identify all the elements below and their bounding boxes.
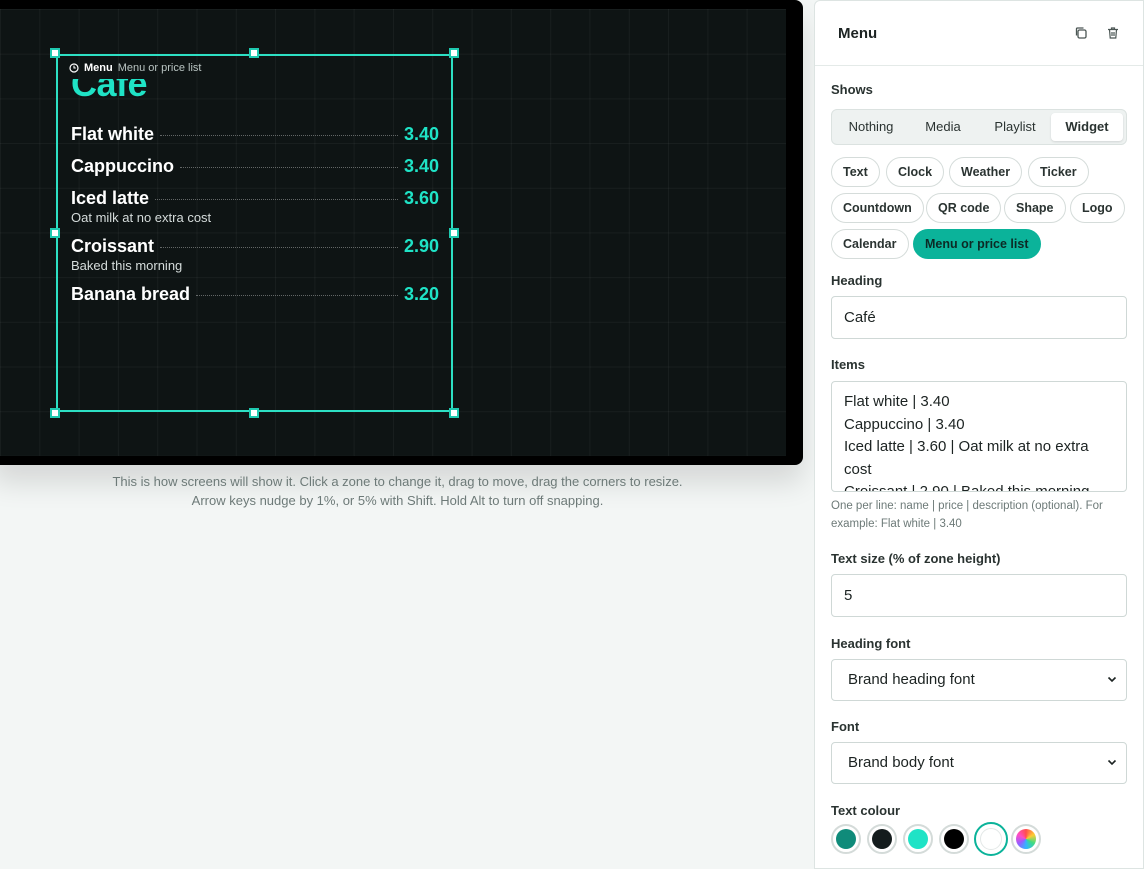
duplicate-icon: [1075, 27, 1087, 39]
chevron-down-icon: [1107, 674, 1117, 684]
dotted-leader: [196, 295, 398, 296]
menu-item-price: 3.40: [403, 124, 439, 144]
menu-item: Flat white 3.40: [71, 124, 439, 146]
widget-chip-ticker[interactable]: Ticker: [1028, 157, 1089, 187]
dotted-leader: [155, 199, 398, 200]
colour-wheel-icon: [1016, 829, 1036, 849]
heading-font-label: Heading font: [831, 636, 911, 651]
stage-frame: Café Menu Menu or price list Flat white 3…: [0, 0, 803, 465]
heading-font-value: Brand heading font: [848, 671, 975, 688]
widget-chip-weather[interactable]: Weather: [949, 157, 1023, 187]
heading-input[interactable]: Café: [831, 296, 1127, 339]
font-label: Font: [831, 719, 860, 734]
text-size-label: Text size (% of zone height): [831, 551, 1001, 566]
colour-swatch-teal[interactable]: [831, 824, 861, 854]
menu-item-name: Banana bread: [71, 284, 191, 304]
dotted-leader: [180, 167, 398, 168]
menu-item: Cappuccino 3.40: [71, 156, 439, 178]
menu-item: Banana bread 3.20: [71, 284, 439, 306]
resize-handle-right[interactable]: [449, 228, 459, 238]
chevron-down-icon: [1107, 757, 1117, 767]
menu-item-price: 3.60: [403, 188, 439, 208]
menu-item-price: 3.40: [403, 156, 439, 176]
duplicate-button[interactable]: [1073, 25, 1089, 41]
widget-chip-clock[interactable]: Clock: [886, 157, 945, 187]
menu-item-description: Oat milk at no extra cost: [71, 210, 212, 225]
resize-handle-bottom-left[interactable]: [50, 408, 60, 418]
menu-item-name: Iced latte: [71, 188, 150, 208]
menu-item-name: Croissant: [71, 236, 155, 256]
widget-chip-countdown[interactable]: Countdown: [831, 193, 924, 223]
screen-preview[interactable]: Café Menu Menu or price list Flat white 3…: [0, 9, 786, 456]
panel-header: Menu: [815, 1, 1143, 66]
items-label: Items: [831, 357, 865, 372]
dotted-leader: [160, 135, 398, 136]
menu-zone[interactable]: Café Menu Menu or price list Flat white 3…: [56, 54, 453, 412]
shows-label: Shows: [831, 82, 873, 97]
text-colour-label: Text colour: [831, 803, 901, 818]
zone-tag-name: Menu: [84, 62, 113, 74]
clock-icon: [69, 63, 79, 73]
shows-option-playlist[interactable]: Playlist: [979, 113, 1051, 141]
menu-item-description: Baked this morning: [71, 258, 183, 273]
zone-tag: Menu Menu or price list: [69, 62, 202, 74]
shows-option-media[interactable]: Media: [907, 113, 979, 141]
menu-item-name: Cappuccino: [71, 156, 175, 176]
colour-swatch-dark-slate[interactable]: [867, 824, 897, 854]
resize-handle-bottom[interactable]: [249, 408, 259, 418]
resize-handle-top[interactable]: [249, 48, 259, 58]
widget-chip-qr-code[interactable]: QR code: [926, 193, 1002, 223]
shows-segmented-control: Nothing Media Playlist Widget: [831, 109, 1127, 145]
font-select[interactable]: Brand body font: [831, 742, 1127, 784]
resize-handle-bottom-right[interactable]: [449, 408, 459, 418]
stage-hint: This is how screens will show it. Click …: [112, 474, 683, 508]
colour-swatch-black[interactable]: [939, 824, 969, 854]
trash-icon: [1108, 27, 1118, 39]
shows-option-nothing[interactable]: Nothing: [835, 113, 907, 141]
items-help-text: One per line: name | price | description…: [831, 500, 1103, 530]
menu-item-name: Flat white: [71, 124, 155, 144]
items-textarea[interactable]: Flat white | 3.40 Cappuccino | 3.40 Iced…: [831, 381, 1127, 492]
properties-panel: Menu Shows Nothing Media Playlist Widget…: [814, 0, 1144, 869]
menu-list: Flat white 3.40 Cappuccino 3.40 Iced latte…: [71, 124, 439, 306]
panel-title: Menu: [838, 25, 878, 42]
resize-handle-top-left[interactable]: [50, 48, 60, 58]
dotted-leader: [160, 247, 398, 248]
colour-swatch-aqua[interactable]: [903, 824, 933, 854]
font-value: Brand body font: [848, 754, 954, 771]
widget-chip-calendar[interactable]: Calendar: [831, 229, 909, 259]
zone-tag-type: Menu or price list: [117, 62, 202, 74]
text-size-input[interactable]: 5: [831, 574, 1127, 617]
heading-font-select[interactable]: Brand heading font: [831, 659, 1127, 701]
colour-swatch-white[interactable]: [974, 822, 1008, 856]
custom-colour-picker[interactable]: [1011, 824, 1041, 854]
shows-option-widget[interactable]: Widget: [1051, 113, 1123, 141]
widget-chip-menu-or-price-list[interactable]: Menu or price list: [913, 229, 1041, 259]
delete-button[interactable]: [1105, 25, 1121, 41]
menu-item: Croissant 2.90 Baked this morning: [71, 236, 439, 275]
menu-item-price: 2.90: [403, 236, 439, 256]
widget-chip-logo[interactable]: Logo: [1070, 193, 1125, 223]
widget-chip-text[interactable]: Text: [831, 157, 880, 187]
heading-label: Heading: [831, 273, 883, 288]
widget-chip-shape[interactable]: Shape: [1004, 193, 1066, 223]
menu-item-price: 3.20: [403, 284, 439, 304]
menu-item: Iced latte 3.60 Oat milk at no extra cost: [71, 188, 439, 227]
resize-handle-top-right[interactable]: [449, 48, 459, 58]
resize-handle-left[interactable]: [50, 228, 60, 238]
